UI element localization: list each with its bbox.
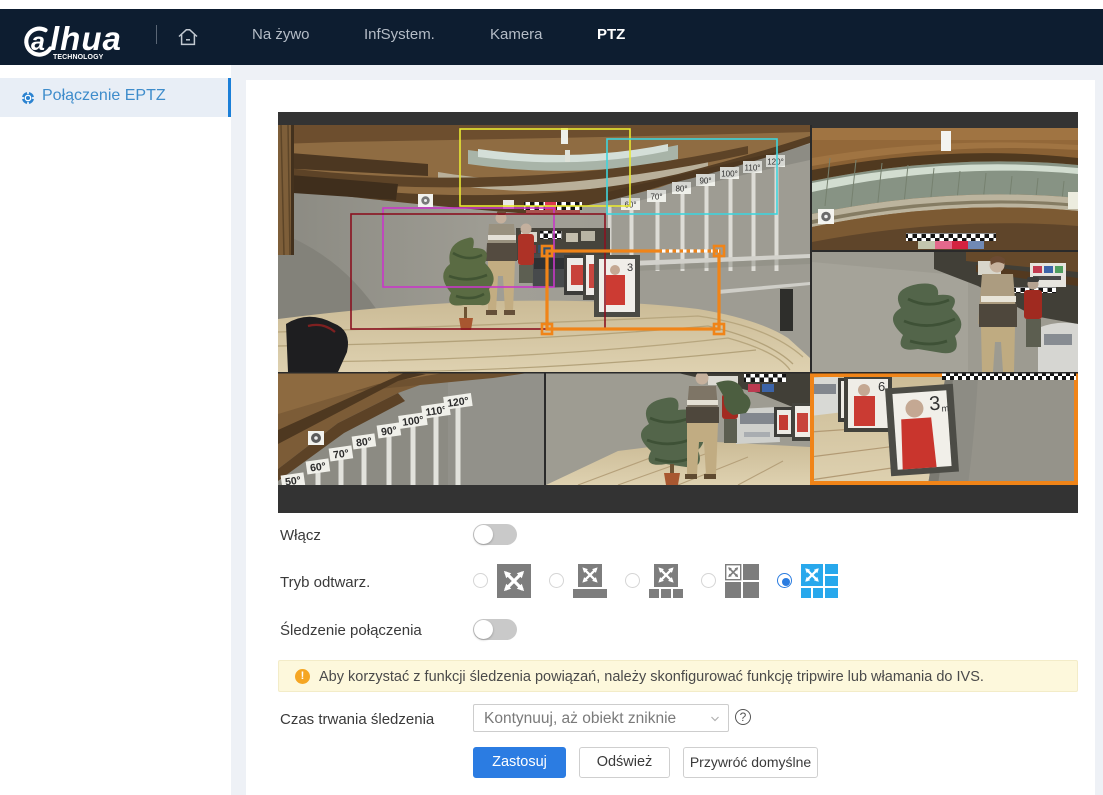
svg-text:3: 3 [928,393,941,416]
svg-text:lhua: lhua [50,20,122,57]
svg-text:80°: 80° [355,435,372,449]
svg-text:3: 3 [627,262,633,274]
svg-text:6: 6 [878,379,885,394]
svg-text:70°: 70° [332,447,349,461]
svg-text:90°: 90° [380,424,397,438]
svg-text:TECHNOLOGY: TECHNOLOGY [53,54,104,60]
svg-text:m: m [941,403,949,413]
svg-text:60°: 60° [309,460,326,474]
svg-text:a: a [31,28,45,56]
